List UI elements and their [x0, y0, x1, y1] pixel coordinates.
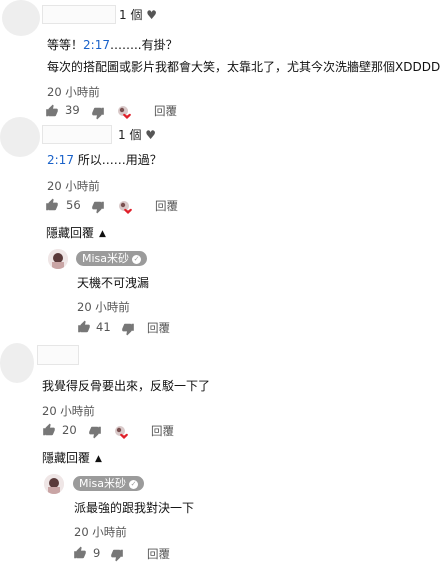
thumbs-up-icon[interactable]	[42, 423, 56, 437]
timestamp-link[interactable]: 2:17	[83, 38, 110, 52]
reply-time[interactable]: 20 小時前	[74, 524, 127, 540]
hide-replies-button[interactable]: 隱藏回覆 ▲	[46, 224, 106, 241]
commenter-avatar[interactable]	[0, 117, 40, 157]
commenter-name[interactable]	[42, 5, 116, 24]
heart-icon: ♥	[145, 128, 157, 142]
commenter-name[interactable]	[37, 345, 79, 365]
like-count: 56	[66, 198, 81, 212]
creator-avatar[interactable]	[48, 249, 68, 269]
thumbs-up-icon[interactable]	[77, 320, 91, 334]
thumbs-up-icon[interactable]	[45, 198, 59, 212]
hide-replies-button[interactable]: 隱藏回覆 ▲	[42, 449, 102, 466]
like-count: 9	[93, 546, 101, 560]
comment-time[interactable]: 20 小時前	[47, 84, 100, 100]
comment-text-line: 每次的搭配圖或影片我都會大笑，太靠北了，尤其今次洗牆壁那個XDDDD	[47, 60, 441, 74]
thumbs-down-icon[interactable]	[91, 106, 105, 120]
creator-badge[interactable]: Misa米砂 ✓	[73, 476, 145, 491]
reply-button[interactable]: 回覆	[151, 423, 174, 439]
reply-text: 天機不可洩漏	[77, 276, 150, 290]
commenter-name[interactable]	[42, 125, 112, 144]
like-count: 41	[96, 320, 111, 334]
thumbs-down-icon[interactable]	[88, 425, 102, 439]
timestamp-link[interactable]: 2:17	[47, 153, 74, 167]
thumbs-up-icon[interactable]	[45, 104, 59, 118]
creator-heart-icon	[116, 104, 132, 119]
comment-time[interactable]: 20 小時前	[42, 403, 95, 419]
creator-avatar[interactable]	[44, 474, 64, 494]
verified-check-icon: ✓	[132, 255, 142, 264]
thumbs-down-icon[interactable]	[121, 322, 135, 336]
chevron-up-icon: ▲	[95, 454, 102, 464]
creator-heart-icon	[117, 199, 133, 214]
chevron-up-icon: ▲	[99, 229, 106, 239]
comment-time[interactable]: 20 小時前	[47, 178, 100, 194]
thumbs-down-icon[interactable]	[110, 548, 124, 562]
comment-text: 等等！2:17……..有掛？	[47, 38, 178, 52]
commenter-avatar[interactable]	[0, 343, 34, 383]
creator-badge[interactable]: Misa米砂 ✓	[76, 251, 148, 266]
comment-text: 2:17 所以……用過？	[47, 153, 162, 167]
creator-liked-label: 1 個 ♥	[119, 8, 158, 22]
comment-text: 我覺得反骨要出來，反駁一下了	[42, 379, 211, 393]
reply-time[interactable]: 20 小時前	[77, 299, 130, 315]
reply-button[interactable]: 回覆	[154, 103, 177, 119]
reply-button[interactable]: 回覆	[147, 320, 170, 336]
reply-button[interactable]: 回覆	[147, 546, 170, 562]
reply-text: 派最強的跟我對決一下	[74, 501, 195, 515]
like-count: 20	[62, 423, 77, 437]
creator-heart-icon	[113, 424, 129, 439]
reply-button[interactable]: 回覆	[155, 198, 178, 214]
thumbs-up-icon[interactable]	[73, 546, 87, 560]
creator-liked-label: 1 個 ♥	[118, 128, 157, 142]
heart-icon: ♥	[146, 8, 158, 22]
commenter-avatar[interactable]	[2, 0, 40, 36]
thumbs-down-icon[interactable]	[91, 200, 105, 214]
verified-check-icon: ✓	[129, 480, 139, 489]
like-count: 39	[65, 103, 80, 117]
